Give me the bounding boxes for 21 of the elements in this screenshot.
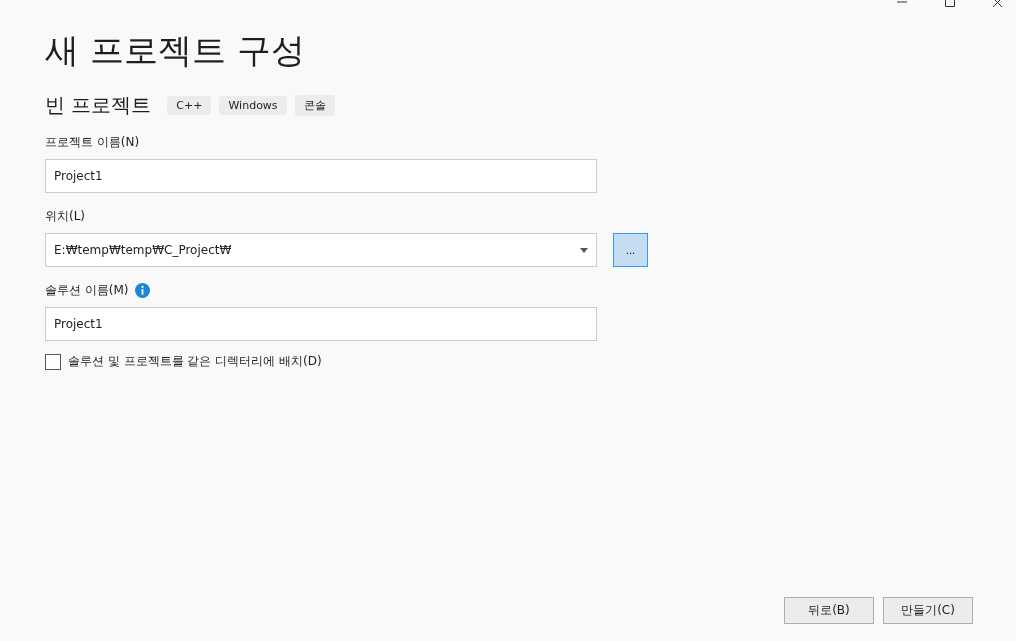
close-icon[interactable]	[992, 0, 1004, 7]
browse-button[interactable]: ...	[613, 233, 648, 267]
field-label: 프로젝트 이름(N)	[45, 133, 140, 151]
location-dropdown[interactable]: E:₩temp₩temp₩C_Project₩	[45, 233, 597, 267]
input-field[interactable]: Project1	[45, 307, 597, 341]
minimize-icon[interactable]	[896, 0, 908, 6]
back-button[interactable]: 뒤로(B)	[784, 597, 874, 624]
field-label: 위치(L)	[45, 207, 86, 225]
checkbox-label: 솔루션 및 프로젝트를 같은 디렉터리에 배치(D)	[68, 353, 322, 370]
checkbox[interactable]	[45, 353, 61, 370]
info-icon[interactable]	[134, 282, 150, 298]
page-title: 새 프로젝트 구성	[45, 29, 306, 72]
caret-icon	[580, 247, 588, 253]
template-tag: Windows	[219, 96, 287, 115]
template-name: 빈 프로젝트	[45, 92, 152, 119]
field-label: 솔루션 이름(M)	[45, 281, 129, 299]
create-button[interactable]: 만들기(C)	[883, 597, 973, 624]
input-field[interactable]: Project1	[45, 159, 597, 193]
template-tag: 콘솔	[294, 95, 335, 116]
template-tag: C++	[167, 96, 212, 115]
maximize-icon[interactable]	[944, 0, 956, 8]
